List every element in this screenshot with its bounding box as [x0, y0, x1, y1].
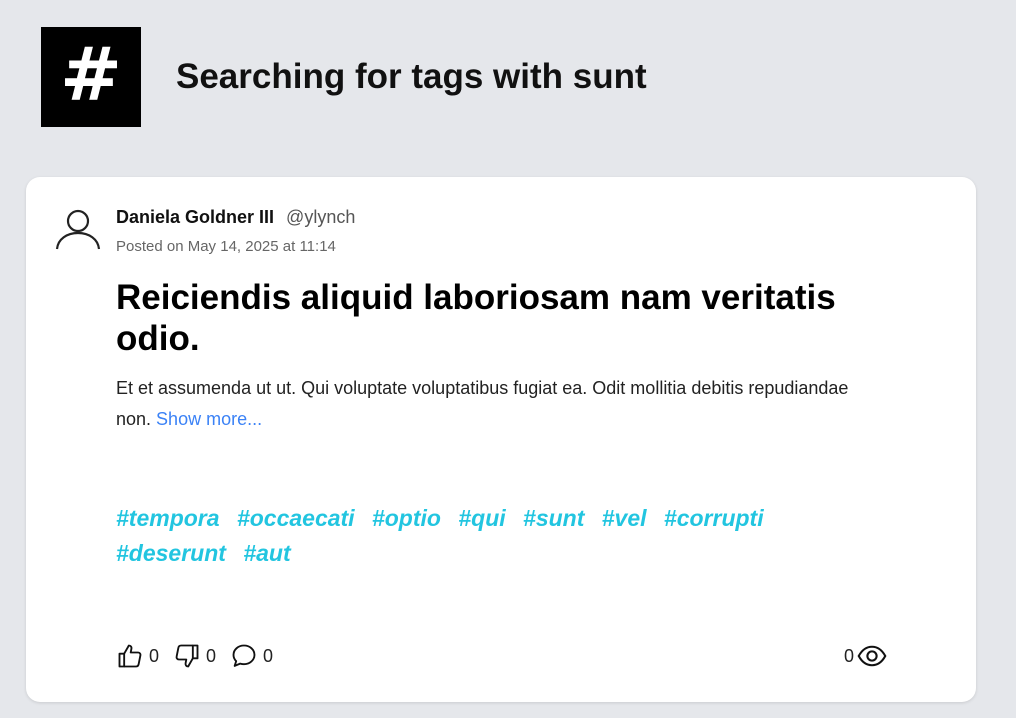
like-count: 0	[149, 645, 160, 666]
comment-count: 0	[263, 645, 274, 666]
post-actions: 0 0 0	[116, 642, 287, 670]
tag-link[interactable]: #occaecati	[237, 505, 355, 531]
post-excerpt: Et et assumenda ut ut. Qui voluptate vol…	[116, 373, 876, 435]
eye-icon	[857, 645, 887, 667]
view-count: 0	[844, 645, 855, 666]
tag-list: #tempora #occaecati #optio #qui #sunt #v…	[116, 501, 816, 571]
author-block: Daniela Goldner III @ylynch Posted on Ma…	[116, 207, 355, 255]
comment-button[interactable]: 0	[230, 642, 273, 670]
tag-link[interactable]: #optio	[372, 505, 441, 531]
tag-link[interactable]: #sunt	[523, 505, 584, 531]
thumbs-up-icon	[118, 644, 142, 668]
tag-link[interactable]: #corrupti	[664, 505, 764, 531]
dislike-count: 0	[206, 645, 217, 666]
dislike-button[interactable]: 0	[173, 642, 216, 670]
tag-link[interactable]: #qui	[458, 505, 505, 531]
hash-logo: #	[41, 27, 141, 127]
tag-link[interactable]: #deserunt	[116, 540, 226, 566]
thumbs-down-icon	[175, 644, 199, 668]
view-counter: 0	[844, 642, 887, 670]
author-name[interactable]: Daniela Goldner III	[116, 207, 274, 228]
post-timestamp: Posted on May 14, 2025 at 11:14	[116, 238, 336, 255]
post-card: Daniela Goldner III @ylynch Posted on Ma…	[26, 177, 976, 702]
show-more-link[interactable]: Show more...	[156, 409, 262, 429]
tag-link[interactable]: #tempora	[116, 505, 220, 531]
tag-link[interactable]: #vel	[602, 505, 647, 531]
page: # Searching for tags with sunt Daniela G…	[0, 0, 1016, 718]
user-outline-icon[interactable]	[54, 207, 102, 251]
tag-link[interactable]: #aut	[243, 540, 290, 566]
author-handle[interactable]: @ylynch	[286, 207, 355, 228]
like-button[interactable]: 0	[116, 642, 159, 670]
page-title: Searching for tags with sunt	[176, 57, 647, 96]
post-title[interactable]: Reiciendis aliquid laboriosam nam verita…	[116, 277, 916, 359]
speech-bubble-icon	[232, 644, 256, 667]
author-line: Daniela Goldner III @ylynch	[116, 207, 355, 228]
hash-logo-symbol: #	[59, 32, 122, 118]
page-header: # Searching for tags with sunt	[41, 27, 647, 127]
